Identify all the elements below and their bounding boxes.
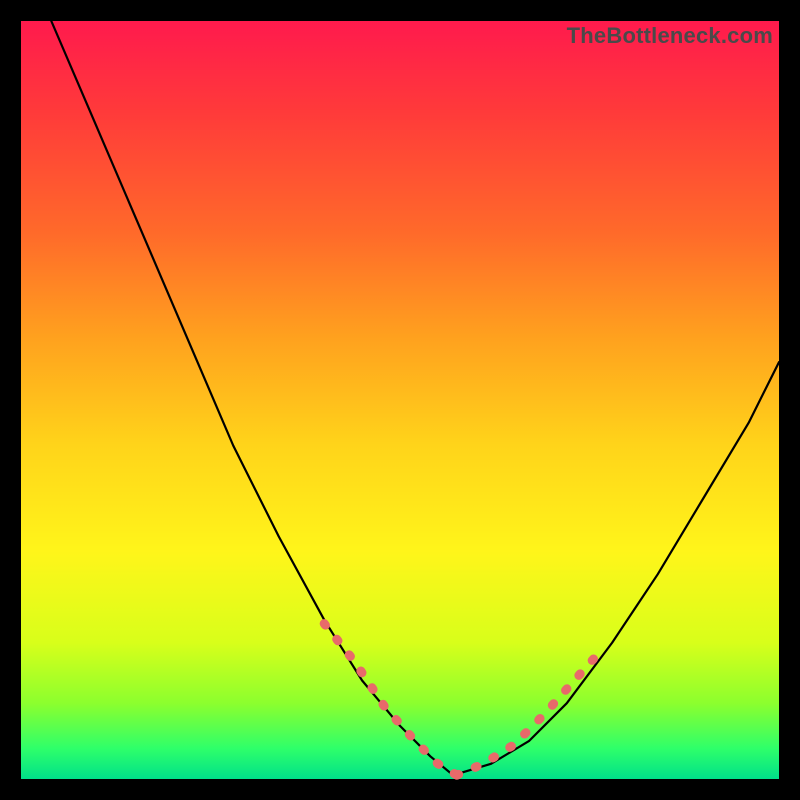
- chart-svg-overlay: [21, 21, 779, 779]
- series-curve-left: [51, 21, 453, 775]
- chart-plot-area: TheBottleneck.com: [21, 21, 779, 779]
- series-highlight-left: [324, 624, 457, 776]
- chart-frame: TheBottleneck.com: [0, 0, 800, 800]
- series-highlight-right: [457, 646, 605, 775]
- series-curve-right: [453, 362, 779, 775]
